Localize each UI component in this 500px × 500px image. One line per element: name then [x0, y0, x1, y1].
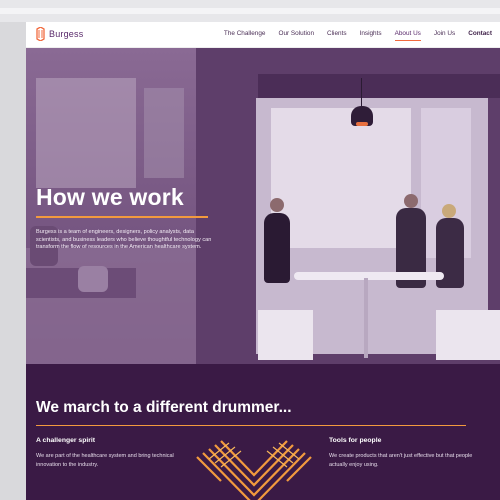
browser-address-strip	[0, 8, 500, 14]
burgess-logo-icon	[36, 27, 45, 41]
hero-section: How we work Burgess is a team of enginee…	[26, 48, 500, 364]
challenger-spirit-text: We are part of the healthcare system and…	[36, 453, 174, 468]
values-section: We march to a different drummer... A cha…	[26, 364, 500, 500]
tools-for-people-title: Tools for people	[329, 437, 382, 444]
nav-item-insights[interactable]: Insights	[360, 30, 382, 37]
website: Burgess The Challenge Our Solution Clien…	[26, 22, 500, 500]
photo-person-head	[270, 198, 284, 212]
logo-text: Burgess	[49, 29, 84, 39]
photo-table	[294, 272, 444, 280]
nav-item-contact[interactable]: Contact	[468, 30, 492, 37]
challenger-spirit-title: A challenger spirit	[36, 437, 96, 444]
photo-lamp-glow	[356, 122, 368, 126]
photo-bench	[436, 310, 500, 360]
hero-divider	[36, 216, 208, 218]
photo-pouf	[78, 266, 108, 292]
photo-bench	[258, 310, 313, 360]
photo-person-head	[404, 194, 418, 208]
photo-table-leg	[364, 278, 368, 358]
browser-chrome	[0, 0, 500, 22]
chevron-emblem-icon	[196, 440, 312, 500]
hero-description: Burgess is a team of engineers, designer…	[36, 229, 212, 251]
photo-person	[264, 213, 290, 283]
photo-lamp-cord	[361, 78, 362, 108]
logo[interactable]: Burgess	[36, 27, 83, 41]
hero-title: How we work	[36, 184, 184, 210]
nav-item-about-us[interactable]: About Us	[394, 30, 422, 41]
main-nav: The Challenge Our Solution Clients Insig…	[211, 30, 492, 41]
photo-booth-top	[258, 74, 500, 98]
photo-booth-window	[271, 108, 411, 248]
photo-window	[144, 88, 184, 178]
photo-window	[36, 78, 136, 188]
site-header: Burgess The Challenge Our Solution Clien…	[26, 22, 500, 48]
photo-person-head	[442, 204, 456, 218]
nav-item-our-solution[interactable]: Our Solution	[278, 30, 314, 37]
nav-item-clients[interactable]: Clients	[327, 30, 347, 37]
section-divider	[36, 425, 466, 426]
section-title: We march to a different drummer...	[36, 399, 292, 416]
nav-item-the-challenge[interactable]: The Challenge	[224, 30, 266, 37]
nav-item-join-us[interactable]: Join Us	[434, 30, 455, 37]
tools-for-people-text: We create products that aren't just effe…	[329, 453, 473, 468]
